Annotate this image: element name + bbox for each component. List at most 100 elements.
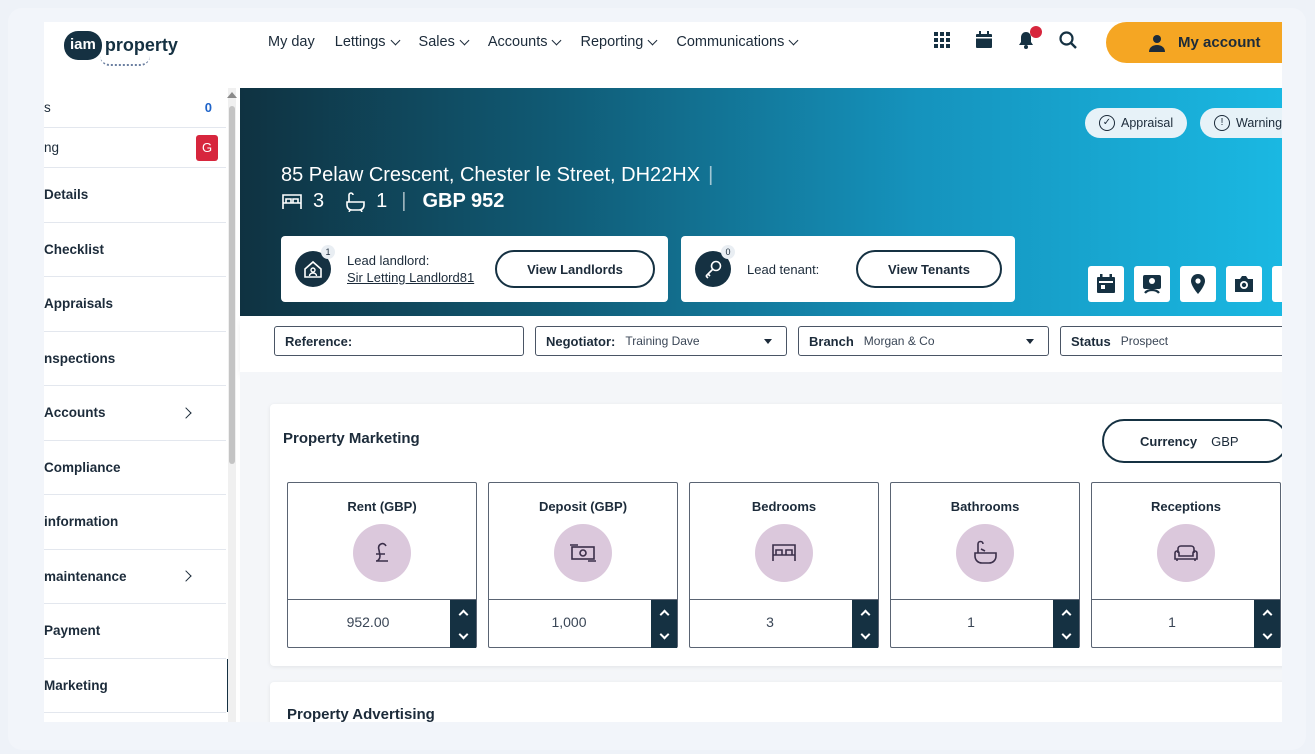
- bedrooms-stepper[interactable]: [852, 600, 878, 648]
- reference-field[interactable]: Reference:: [274, 326, 524, 356]
- tenant-count: 0: [721, 245, 735, 259]
- nav-reporting[interactable]: Reporting: [580, 34, 658, 50]
- sidebar-item-payment[interactable]: Payment: [44, 604, 226, 659]
- stepper-up-icon[interactable]: [659, 609, 669, 619]
- hero-action-icons: [1088, 266, 1282, 302]
- bathrooms-tile: Bathrooms 1: [890, 482, 1080, 648]
- sidebar-item-inspections[interactable]: nspections: [44, 332, 226, 386]
- sidebar-item-label: Appraisals: [44, 296, 114, 312]
- sidebar-item-label: ng: [44, 140, 60, 155]
- bathrooms-stepper[interactable]: [1053, 600, 1079, 648]
- bath-icon: [956, 524, 1014, 582]
- notification-badge: [1030, 26, 1042, 38]
- landlord-count: 1: [321, 245, 335, 259]
- bell-icon[interactable]: [1016, 26, 1042, 50]
- chevron-down-icon: [459, 35, 470, 45]
- brand-logo[interactable]: iam property: [64, 28, 178, 66]
- location-pin-icon[interactable]: [1180, 266, 1216, 302]
- nav-lettings[interactable]: Lettings: [335, 34, 400, 50]
- bathrooms-input[interactable]: 1: [891, 599, 1079, 648]
- negotiator-select[interactable]: Negotiator: Training Dave: [535, 326, 787, 356]
- sidebar-item-label: Checklist: [44, 241, 105, 257]
- branch-select[interactable]: Branch Morgan & Co: [798, 326, 1049, 356]
- stepper-up-icon[interactable]: [860, 609, 870, 619]
- top-navigation: iam property My day Lettings Sales Accou…: [44, 22, 1282, 88]
- receptions-stepper[interactable]: [1254, 600, 1280, 648]
- sidebar-item-accounts[interactable]: Accounts: [44, 386, 226, 441]
- stepper-down-icon[interactable]: [860, 629, 870, 639]
- view-tenants-button[interactable]: View Tenants: [856, 250, 1002, 288]
- rent-value: 952.00: [346, 614, 390, 630]
- view-landlords-button[interactable]: View Landlords: [495, 250, 655, 288]
- currency-selector[interactable]: Currency GBP: [1102, 419, 1282, 463]
- sidebar-item-compliance[interactable]: Compliance: [44, 441, 226, 495]
- sidebar-item-information[interactable]: information: [44, 495, 226, 550]
- rent-stepper[interactable]: [450, 600, 476, 648]
- address-text: 85 Pelaw Crescent, Chester le Street, DH…: [281, 164, 701, 186]
- bed-icon: [755, 524, 813, 582]
- stepper-up-icon[interactable]: [1262, 609, 1272, 619]
- logo-badge: iam: [64, 30, 102, 60]
- tile-label: Rent (GBP): [347, 499, 417, 514]
- sidebar-item-counter[interactable]: s 0: [44, 88, 226, 128]
- check-circle-icon: ✓: [1099, 115, 1115, 131]
- nav-label: Sales: [418, 34, 455, 50]
- sofa-icon: [1157, 524, 1215, 582]
- landlord-card: 1 Lead landlord: Sir Letting Landlord81 …: [281, 236, 668, 302]
- calendar-icon[interactable]: [1088, 266, 1124, 302]
- sidebar-item-marketing[interactable]: Marketing: [44, 658, 230, 713]
- currency-label: Currency: [1140, 433, 1198, 449]
- deposit-input[interactable]: 1,000: [489, 599, 677, 648]
- appraisal-pill[interactable]: ✓ Appraisal: [1085, 108, 1188, 138]
- stepper-down-icon[interactable]: [659, 629, 669, 639]
- camera-icon[interactable]: [1226, 266, 1262, 302]
- rent-tile: Rent (GBP) 952.00: [287, 482, 477, 648]
- chevron-right-icon: [180, 407, 192, 419]
- stepper-up-icon[interactable]: [1061, 609, 1071, 619]
- bedrooms-input[interactable]: 3: [690, 599, 878, 648]
- scroll-up-arrow[interactable]: [227, 92, 237, 98]
- stepper-down-icon[interactable]: [1061, 629, 1071, 639]
- landlord-name-link[interactable]: Sir Letting Landlord81: [347, 270, 474, 285]
- rent-input[interactable]: 952.00: [288, 599, 476, 648]
- sidebar-item-appraisals[interactable]: Appraisals: [44, 277, 226, 332]
- sidebar-item-label: maintenance: [44, 568, 127, 584]
- stepper-down-icon[interactable]: [1262, 629, 1272, 639]
- caret-down-icon: [1026, 339, 1034, 344]
- nav-my-day[interactable]: My day: [268, 34, 315, 50]
- status-select[interactable]: Status Prospect: [1060, 326, 1282, 356]
- receptions-input[interactable]: 1: [1092, 599, 1280, 648]
- deposit-stepper[interactable]: [651, 600, 677, 648]
- cash-icon: [554, 524, 612, 582]
- search-icon[interactable]: [1058, 30, 1078, 50]
- sidebar-item-label: Compliance: [44, 459, 121, 475]
- sidebar-scroll-thumb[interactable]: [229, 106, 235, 464]
- sidebar-item-details[interactable]: Details: [44, 168, 226, 223]
- sidebar-item-maintenance[interactable]: maintenance: [44, 550, 226, 604]
- contact-card-icon[interactable]: [1134, 266, 1170, 302]
- warning-pill[interactable]: ! Warning: [1200, 108, 1282, 138]
- my-account-button[interactable]: My account: [1106, 22, 1282, 63]
- apps-grid-icon[interactable]: [932, 30, 952, 50]
- pound-icon: [353, 524, 411, 582]
- property-marketing-card: Property Marketing Currency GBP Rent (GB…: [270, 404, 1282, 666]
- nav-accounts[interactable]: Accounts: [488, 34, 562, 50]
- main-menu: My day Lettings Sales Accounts Reporting…: [268, 34, 799, 50]
- negotiator-label: Negotiator:: [546, 333, 616, 349]
- property-specs: 3 1 | GBP 952: [281, 190, 504, 213]
- status-value: Prospect: [1120, 334, 1169, 348]
- tenant-card: 0 Lead tenant: View Tenants: [681, 236, 1015, 302]
- nav-sales[interactable]: Sales: [418, 34, 470, 50]
- bedrooms-tile: Bedrooms 3: [689, 482, 879, 648]
- calendar-icon[interactable]: [974, 30, 994, 50]
- sidebar-item-rating[interactable]: ng G: [44, 128, 226, 168]
- stepper-up-icon[interactable]: [458, 609, 468, 619]
- sidebar-item-checklist[interactable]: Checklist: [44, 223, 226, 277]
- stepper-down-icon[interactable]: [458, 629, 468, 639]
- header-icons: [932, 26, 1078, 50]
- more-actions-icon[interactable]: [1272, 266, 1282, 302]
- warning-circle-icon: !: [1214, 115, 1230, 131]
- nav-communications[interactable]: Communications: [676, 34, 799, 50]
- property-advertising-card: Property Advertising: [270, 682, 1282, 722]
- reference-label: Reference:: [285, 333, 353, 349]
